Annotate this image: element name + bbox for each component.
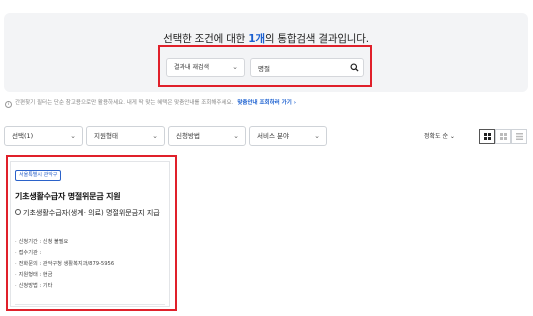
- chevron-down-icon: ⌄: [70, 132, 76, 140]
- headline-before: 선택한 조건에 대한: [163, 33, 249, 45]
- detail-support-type: 지원형태 : 현금: [15, 270, 114, 281]
- filter-label: 선택(1): [12, 132, 34, 140]
- circle-icon: [15, 209, 21, 215]
- grid-view-icon: [484, 133, 491, 140]
- result-headline: 선택한 조건에 대한 1개의 통합검색 결과입니다.: [4, 31, 528, 46]
- filter-support-type[interactable]: 지원형태 ⌄: [86, 126, 165, 146]
- grid-view-button[interactable]: [479, 129, 495, 144]
- custom-guide-link[interactable]: 맞춤안내 조회하러 가기 ›: [237, 100, 296, 106]
- card-list-icon: [500, 133, 507, 140]
- headline-after: 의 통합검색 결과입니다.: [264, 33, 369, 45]
- filter-notice: i 간편찾기 필터는 단순 참고용으로만 활용하세요. 내게 딱 맞는 혜택은 맞…: [5, 98, 296, 108]
- info-icon: i: [5, 101, 12, 108]
- list-icon: [516, 133, 523, 140]
- card-description: 기초생활수급자(생계· 의료) 명절위문금지 지급: [15, 208, 160, 219]
- detail-apply-period: 신청기간 : 신청 불필요: [15, 237, 114, 248]
- detail-apply-method: 신청방법 : 기타: [15, 281, 114, 292]
- filter-service-field[interactable]: 서비스 분야 ⌄: [249, 126, 327, 146]
- sort-label: 정확도 순: [424, 133, 448, 140]
- chevron-down-icon: ⌄: [152, 132, 158, 140]
- card-title[interactable]: 기초생활수급자 명절위문금 지원: [15, 191, 121, 202]
- filter-label: 서비스 분야: [257, 132, 289, 140]
- detail-phone: 전화문의 : 관악구청 생활복지과/879-5956: [15, 259, 114, 270]
- card-divider: [15, 304, 165, 305]
- sort-select[interactable]: 정확도 순 ⌄: [424, 131, 455, 140]
- filter-label: 지원형태: [94, 132, 118, 140]
- result-count: 1개: [248, 33, 265, 45]
- filter-label: 신청방법: [176, 132, 200, 140]
- search-icon[interactable]: [350, 63, 359, 72]
- search-scope-select[interactable]: 결과내 재검색 ⌄: [166, 58, 245, 77]
- notice-text: 간편찾기 필터는 단순 참고용으로만 활용하세요. 내게 딱 맞는 혜택은 맞춤…: [15, 100, 234, 106]
- result-card[interactable]: 서울특별시 관악구 기초생활수급자 명절위문금 지원 기초생활수급자(생계· 의…: [10, 161, 170, 307]
- filter-application-method[interactable]: 신청방법 ⌄: [168, 126, 246, 146]
- filter-selected[interactable]: 선택(1) ⌄: [4, 126, 83, 146]
- compact-view-button[interactable]: [511, 129, 527, 144]
- search-input[interactable]: [250, 58, 364, 77]
- card-details: 신청기간 : 신청 불필요 접수기관 : 전화문의 : 관악구청 생활복지과/8…: [15, 237, 114, 292]
- list-view-button[interactable]: [495, 129, 511, 144]
- region-tag: 서울특별시 관악구: [15, 170, 62, 181]
- detail-receiving-agency: 접수기관 :: [15, 248, 114, 259]
- search-scope-label: 결과내 재검색: [174, 64, 210, 71]
- chevron-down-icon: ⌄: [233, 132, 239, 140]
- chevron-down-icon: ⌄: [449, 133, 455, 140]
- chevron-down-icon: ⌄: [314, 132, 320, 140]
- chevron-down-icon: ⌄: [232, 63, 238, 71]
